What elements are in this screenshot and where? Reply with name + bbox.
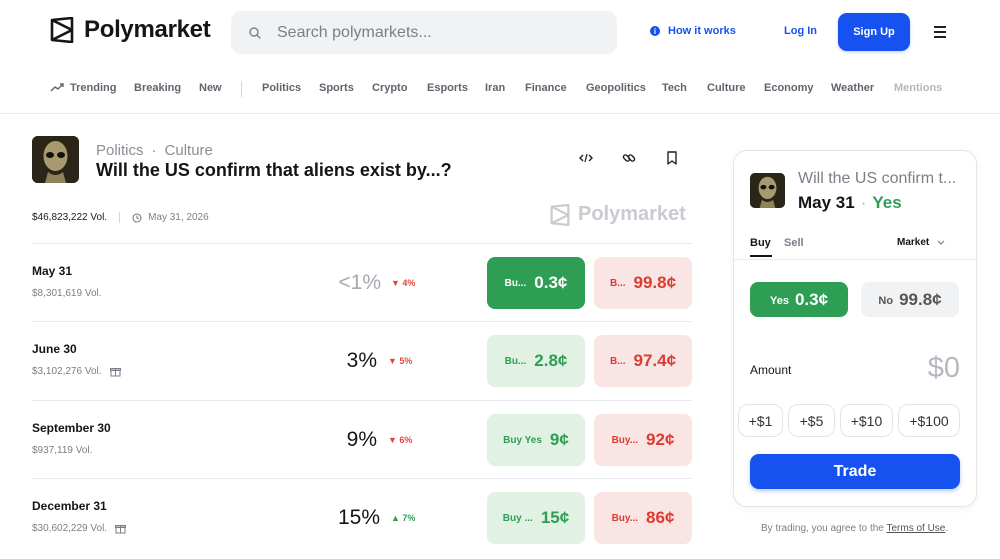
nav-item-culture[interactable]: Culture	[707, 82, 746, 94]
buy-yes-button[interactable]: Buy Yes 9¢	[487, 414, 585, 466]
buy-no-button[interactable]: B... 97.4¢	[594, 335, 692, 387]
search-input[interactable]	[277, 23, 597, 42]
embed-code-icon[interactable]	[579, 151, 593, 165]
trending-icon	[50, 83, 64, 92]
search-bar[interactable]	[231, 11, 617, 54]
terms-notice: By trading, you agree to the Terms of Us…	[761, 523, 949, 534]
panel-market-image	[750, 173, 785, 208]
outcome-change: ▼ 5%	[388, 356, 413, 366]
select-no-button[interactable]: No 99.8¢	[861, 282, 959, 317]
outcome-row-may-31[interactable]: May 31 $8,301,619 Vol. <1% ▼ 4% Bu... 0.3…	[32, 243, 692, 321]
hamburger-menu-icon[interactable]	[934, 26, 946, 38]
order-type-select[interactable]: Market	[897, 237, 945, 248]
tab-sell[interactable]: Sell	[784, 237, 804, 249]
market-image	[32, 136, 79, 183]
market-volume: $46,823,222 Vol.	[32, 212, 108, 223]
nav-item-crypto[interactable]: Crypto	[372, 82, 407, 94]
nav-item-trending[interactable]: Trending	[70, 82, 116, 94]
market-meta: $46,823,222 Vol. May 31, 2026	[32, 212, 209, 223]
nav-item-politics[interactable]: Politics	[262, 82, 301, 94]
login-link[interactable]: Log In	[784, 25, 817, 37]
nav-item-new[interactable]: New	[199, 82, 222, 94]
quick-add-100-button[interactable]: +$100	[898, 404, 960, 437]
outcome-change: ▼ 4%	[391, 278, 416, 288]
quick-add-1-button[interactable]: +$1	[738, 404, 783, 437]
gift-icon	[115, 525, 127, 534]
outcome-volume: $937,119 Vol.	[32, 445, 93, 456]
tab-buy[interactable]: Buy	[750, 237, 771, 249]
tab-active-indicator	[750, 255, 772, 257]
outcome-volume: $3,102,276 Vol.	[32, 366, 121, 377]
buy-no-button[interactable]: Buy... 86¢	[594, 492, 692, 544]
nav-item-weather[interactable]: Weather	[831, 82, 874, 94]
category-culture[interactable]: Culture	[165, 142, 213, 159]
nav-item-tech[interactable]: Tech	[662, 82, 687, 94]
panel-selection: May 31 · Yes	[798, 193, 902, 212]
outcome-probability: 9%	[346, 428, 377, 451]
buy-no-button[interactable]: Buy... 92¢	[594, 414, 692, 466]
header-divider	[0, 113, 1000, 114]
nav-item-esports[interactable]: Esports	[427, 82, 468, 94]
outcome-row-september-30[interactable]: September 30 $937,119 Vol. 9% ▼ 6% Buy Y…	[32, 400, 692, 478]
signup-button[interactable]: Sign Up	[838, 13, 910, 51]
nav-divider	[241, 81, 242, 97]
trade-button[interactable]: Trade	[750, 454, 960, 489]
outcome-volume: $30,602,229 Vol.	[32, 523, 127, 534]
outcome-probability: 15%	[337, 506, 380, 529]
watermark-text: Polymarket	[578, 203, 686, 225]
buy-no-button[interactable]: B... 99.8¢	[594, 257, 692, 309]
buy-yes-button[interactable]: Buy ... 15¢	[487, 492, 585, 544]
outcome-change: ▲ 7%	[391, 513, 416, 523]
buy-yes-button[interactable]: Bu... 0.3¢	[487, 257, 585, 309]
nav-item-economy[interactable]: Economy	[764, 82, 814, 94]
gift-icon	[109, 368, 121, 377]
nav-item-sports[interactable]: Sports	[319, 82, 354, 94]
outcome-volume: $8,301,619 Vol.	[32, 288, 102, 299]
polymarket-logo-icon	[550, 203, 570, 226]
panel-question: Will the US confirm t...	[798, 170, 957, 187]
info-icon: i	[650, 26, 660, 36]
outcome-label: May 31	[32, 264, 73, 278]
nav-item-breaking[interactable]: Breaking	[134, 82, 181, 94]
category-politics[interactable]: Politics	[96, 142, 144, 159]
brand-name: Polymarket	[84, 16, 211, 43]
polymarket-logo-icon	[50, 17, 74, 43]
polymarket-watermark: Polymarket	[550, 203, 686, 226]
outcome-label: December 31	[32, 499, 107, 513]
nav-item-mentions[interactable]: Mentions	[894, 82, 942, 94]
outcome-label: September 30	[32, 421, 111, 435]
bookmark-icon[interactable]	[665, 151, 679, 165]
amount-input[interactable]: $0	[894, 352, 960, 385]
nav-item-finance[interactable]: Finance	[525, 82, 567, 94]
nav-item-iran[interactable]: Iran	[485, 82, 505, 94]
trade-panel: Will the US confirm t... May 31 · Yes Buy …	[733, 150, 977, 507]
search-icon	[249, 26, 261, 39]
outcome-row-june-30[interactable]: June 30 $3,102,276 Vol. 3% ▼ 5% Bu... 2.8…	[32, 321, 692, 399]
header: Polymarket i How it works Log In Sign Up	[0, 0, 1000, 64]
quick-add-10-button[interactable]: +$10	[840, 404, 893, 437]
clock-icon	[132, 212, 142, 223]
outcome-probability: 3%	[346, 349, 377, 372]
panel-divider	[734, 259, 976, 260]
chevron-down-icon	[937, 240, 945, 245]
outcome-row-december-31[interactable]: December 31 $30,602,229 Vol. 15% ▲ 7% Bu…	[32, 478, 692, 556]
how-it-works-label: How it works	[668, 25, 736, 37]
buy-yes-button[interactable]: Bu... 2.8¢	[487, 335, 585, 387]
brand-logo[interactable]: Polymarket	[50, 16, 211, 44]
how-it-works-link[interactable]: i How it works	[650, 25, 736, 37]
market-categories: Politics · Culture	[96, 142, 213, 159]
outcome-probability: <1%	[338, 271, 381, 294]
category-nav: Trending Breaking New Politics Sports Cr…	[0, 70, 1000, 106]
outcome-label: June 30	[32, 342, 77, 356]
quick-add-5-button[interactable]: +$5	[788, 404, 835, 437]
terms-of-use-link[interactable]: Terms of Use	[886, 523, 945, 534]
market-title: Will the US confirm that aliens exist by…	[96, 160, 452, 180]
link-icon[interactable]	[622, 151, 636, 165]
amount-label: Amount	[750, 363, 792, 377]
select-yes-button[interactable]: Yes 0.3¢	[750, 282, 848, 317]
market-end-date: May 31, 2026	[148, 212, 209, 223]
outcome-change: ▼ 6%	[388, 435, 413, 445]
nav-item-geopolitics[interactable]: Geopolitics	[586, 82, 646, 94]
